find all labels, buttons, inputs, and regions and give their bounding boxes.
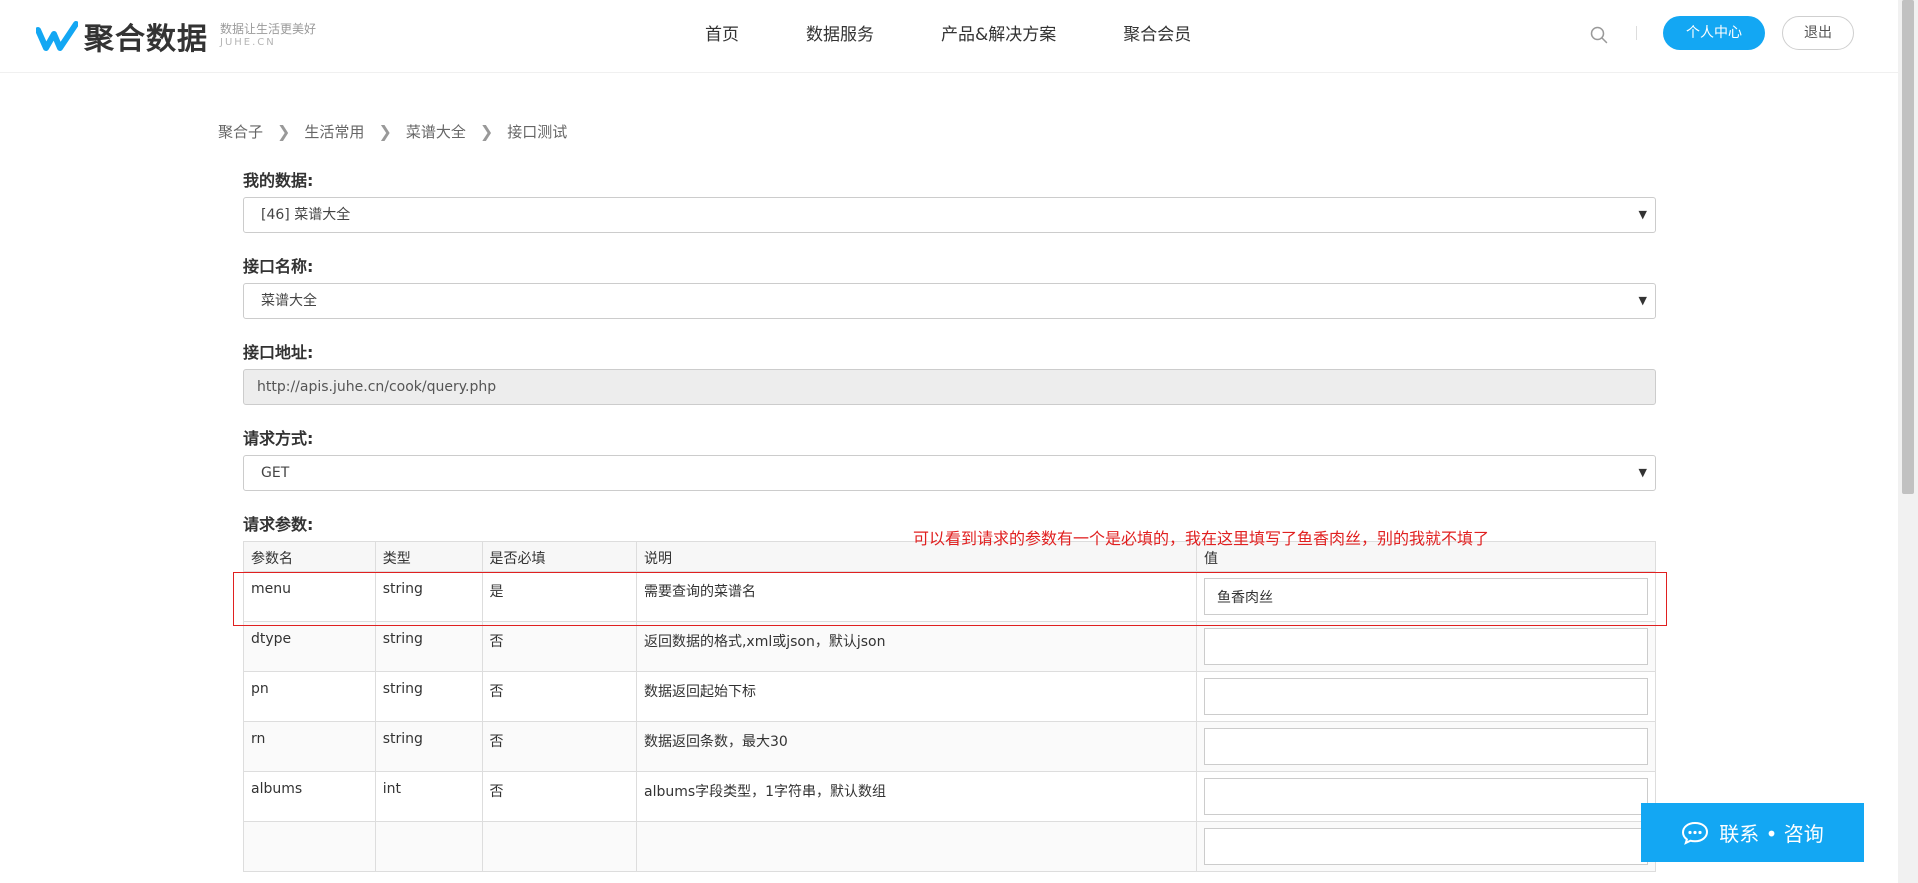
nav-item-membership[interactable]: 聚合会员 [1123, 20, 1191, 45]
nav-item-home[interactable]: 首页 [705, 20, 739, 45]
my-data-value: [46] 菜谱大全 [261, 207, 351, 223]
dropdown-arrow-icon: ▼ [1638, 466, 1647, 479]
breadcrumb-item-api-test: 接口测试 [507, 123, 568, 141]
param-required: 否 [481, 621, 637, 672]
breadcrumb-item-juhezi[interactable]: 聚合子 [218, 121, 263, 142]
my-data-label: 我的数据: [243, 171, 314, 190]
param-desc: albums字段类型，1字符串，默认数组 [635, 771, 1198, 822]
param-desc: 数据返回条数，最大30 [635, 721, 1198, 772]
param-name [243, 821, 376, 872]
main-nav: 首页 数据服务 产品&解决方案 聚合会员 [705, 20, 1191, 45]
api-name-select[interactable]: 菜谱大全 ▼ [243, 283, 1656, 319]
logo-text: 聚合数据 [84, 22, 208, 57]
param-type [374, 821, 483, 872]
param-required: 否 [481, 671, 637, 722]
nav-item-products[interactable]: 产品&解决方案 [941, 20, 1056, 45]
api-url-field: http://apis.juhe.cn/cook/query.php [243, 369, 1656, 405]
user-center-button[interactable]: 个人中心 [1663, 16, 1765, 50]
top-header: 聚合数据 数据让生活更美好 JUHE.CN 首页 数据服务 产品&解决方案 聚合… [0, 0, 1898, 73]
param-value-cell [1196, 721, 1656, 772]
method-select[interactable]: GET ▼ [243, 455, 1656, 491]
param-type: string [374, 571, 483, 622]
param-value-cell [1196, 621, 1656, 672]
chevron-right-icon: ❯ [479, 122, 494, 141]
chat-icon [1682, 821, 1709, 845]
method-label: 请求方式: [243, 429, 314, 448]
slogan-text: 数据让生活更美好 [220, 22, 317, 36]
dropdown-arrow-icon: ▼ [1638, 294, 1647, 307]
api-url-label: 接口地址: [243, 343, 314, 362]
param-required: 否 [481, 721, 637, 772]
table-row: rn string 否 数据返回条数，最大30 [243, 721, 1656, 772]
param-value-cell [1196, 571, 1656, 622]
api-name-label: 接口名称: [243, 257, 314, 276]
annotation-note: 可以看到请求的参数有一个是必填的，我在这里填写了鱼香肉丝，别的我就不填了 [913, 529, 1490, 548]
param-value-input[interactable] [1204, 778, 1648, 815]
param-name: pn [243, 671, 376, 722]
param-type: int [374, 771, 483, 822]
param-desc: 需要查询的菜谱名 [635, 571, 1198, 622]
api-name-value: 菜谱大全 [261, 293, 317, 309]
param-name: menu [243, 571, 376, 622]
nav-item-data-service[interactable]: 数据服务 [806, 20, 874, 45]
contact-consult-button[interactable]: 联系 • 咨询 [1641, 803, 1864, 862]
table-row: pn string 否 数据返回起始下标 [243, 671, 1656, 722]
column-header: 类型 [374, 541, 483, 572]
chevron-right-icon: ❯ [378, 122, 392, 141]
param-value-input[interactable] [1204, 578, 1648, 615]
param-desc: 数据返回起始下标 [635, 671, 1198, 722]
param-value-input[interactable] [1204, 678, 1648, 715]
header-divider [1636, 26, 1637, 40]
param-desc [635, 821, 1198, 872]
param-desc: 返回数据的格式,xml或json，默认json [635, 621, 1198, 672]
column-header: 是否必填 [481, 541, 637, 572]
param-name: albums [243, 771, 376, 822]
dropdown-arrow-icon: ▼ [1638, 208, 1647, 221]
breadcrumb: 聚合子 ❯ 生活常用 ❯ 菜谱大全 ❯ 接口测试 [218, 121, 567, 142]
domain-text: JUHE.CN [220, 37, 276, 48]
site-logo[interactable]: 聚合数据 数据让生活更美好 JUHE.CN [36, 14, 316, 58]
juhe-logo-icon [36, 21, 78, 51]
table-row: dtype string 否 返回数据的格式,xml或json，默认json [243, 621, 1656, 672]
breadcrumb-item-life[interactable]: 生活常用 [304, 121, 364, 142]
param-name: dtype [243, 621, 376, 672]
logout-button[interactable]: 退出 [1782, 16, 1854, 50]
column-header: 参数名 [243, 541, 376, 572]
param-type: string [374, 721, 483, 772]
table-row: albums int 否 albums字段类型，1字符串，默认数组 [243, 771, 1656, 822]
param-required: 否 [481, 771, 637, 822]
my-data-select[interactable]: [46] 菜谱大全 ▼ [243, 197, 1656, 233]
chevron-right-icon: ❯ [277, 122, 291, 141]
param-value-cell [1196, 671, 1656, 722]
search-icon[interactable] [1590, 26, 1608, 44]
contact-label: 联系 • 咨询 [1719, 822, 1824, 846]
scrollbar-thumb[interactable] [1902, 0, 1914, 494]
params-table: 参数名 类型 是否必填 说明 值 menu string 是 需要查询的菜谱名 … [243, 541, 1656, 872]
table-row [243, 821, 1656, 872]
param-type: string [374, 621, 483, 672]
param-value-input[interactable] [1204, 728, 1648, 765]
param-type: string [374, 671, 483, 722]
param-value-input[interactable] [1204, 628, 1648, 665]
logo-slogan: 数据让生活更美好 JUHE.CN [220, 22, 316, 50]
api-url-value: http://apis.juhe.cn/cook/query.php [257, 379, 497, 395]
param-required: 是 [481, 571, 637, 622]
param-value-cell [1196, 771, 1656, 822]
table-row: menu string 是 需要查询的菜谱名 [243, 571, 1656, 622]
params-label: 请求参数: [243, 515, 314, 534]
param-name: rn [243, 721, 376, 772]
param-value-input[interactable] [1204, 828, 1648, 865]
param-value-cell [1196, 821, 1656, 872]
breadcrumb-item-recipes[interactable]: 菜谱大全 [406, 121, 466, 142]
method-value: GET [261, 465, 290, 481]
param-required [481, 821, 637, 872]
